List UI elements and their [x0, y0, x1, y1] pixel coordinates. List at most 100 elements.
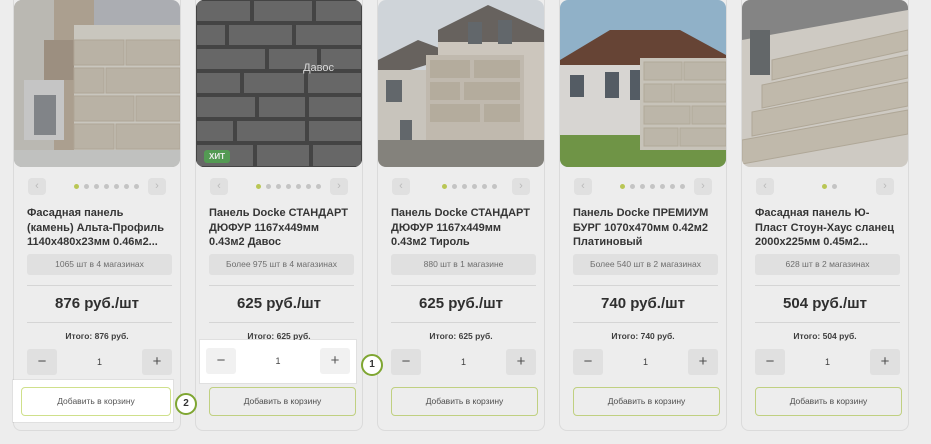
increase-button[interactable]: +	[870, 349, 900, 375]
divider	[755, 285, 900, 286]
total-price: Итого: 740 руб.	[611, 331, 675, 341]
carousel-dot[interactable]	[276, 184, 281, 189]
carousel-dot[interactable]	[296, 184, 301, 189]
carousel-dot[interactable]	[124, 184, 129, 189]
carousel-prev-button[interactable]: ‹	[574, 178, 592, 195]
stock-info[interactable]: Более 540 шт в 2 магазинах	[573, 254, 718, 275]
increase-button[interactable]: +	[320, 348, 350, 374]
carousel-prev-button[interactable]: ‹	[28, 178, 46, 195]
product-title[interactable]: Панель Docke СТАНДАРТ ДЮФУР 1167х449мм 0…	[209, 206, 354, 250]
carousel-dot[interactable]	[640, 184, 645, 189]
carousel-next-button[interactable]: ›	[330, 178, 348, 195]
increase-button[interactable]: +	[506, 349, 536, 375]
photo-caption: Давос	[303, 62, 334, 74]
carousel-dot[interactable]	[84, 184, 89, 189]
step-marker-1: 1	[361, 354, 383, 376]
add-to-cart-button[interactable]: Добавить в корзину	[21, 387, 171, 416]
carousel-dot[interactable]	[286, 184, 291, 189]
quantity-input[interactable]: 1	[421, 349, 506, 375]
increase-button[interactable]: +	[688, 349, 718, 375]
add-to-cart-button[interactable]: Добавить в корзину	[391, 387, 538, 416]
quantity-stepper: − 1 +	[573, 349, 718, 375]
add-to-cart-button[interactable]: Добавить в корзину	[573, 387, 720, 416]
image-carousel: ‹ ›	[574, 178, 712, 195]
product-photo[interactable]	[14, 0, 180, 167]
product-grid: ‹ › Фасадная панель (камень) Альта-Профи…	[0, 0, 931, 444]
product-photo[interactable]	[378, 0, 544, 167]
carousel-dots	[788, 184, 868, 190]
carousel-dot[interactable]	[452, 184, 457, 189]
decrease-button[interactable]: −	[27, 349, 57, 375]
quantity-input[interactable]: 1	[785, 349, 870, 375]
carousel-dot[interactable]	[482, 184, 487, 189]
carousel-dots	[242, 184, 322, 190]
add-to-cart-button[interactable]: Добавить в корзину	[755, 387, 902, 416]
chevron-left-icon: ‹	[763, 180, 767, 192]
stock-info[interactable]: Более 975 шт в 4 магазинах	[209, 254, 354, 275]
carousel-dot[interactable]	[442, 184, 447, 189]
carousel-dot[interactable]	[492, 184, 497, 189]
product-title[interactable]: Фасадная панель Ю-Пласт Стоун-Хаус слане…	[755, 206, 900, 250]
carousel-dot[interactable]	[462, 184, 467, 189]
chevron-right-icon: ›	[519, 180, 523, 192]
carousel-dots	[424, 184, 504, 190]
carousel-dot[interactable]	[620, 184, 625, 189]
chevron-right-icon: ›	[883, 180, 887, 192]
stock-info[interactable]: 1065 шт в 4 магазинах	[27, 254, 172, 275]
product-title[interactable]: Фасадная панель (камень) Альта-Профиль 1…	[27, 206, 172, 250]
quantity-input[interactable]: 1	[57, 349, 142, 375]
stock-info[interactable]: 880 шт в 1 магазине	[391, 254, 536, 275]
carousel-dot[interactable]	[306, 184, 311, 189]
decrease-button[interactable]: −	[755, 349, 785, 375]
carousel-dot[interactable]	[680, 184, 685, 189]
product-photo[interactable]: Давос ХИТ	[196, 0, 362, 167]
increase-button[interactable]: +	[142, 349, 172, 375]
carousel-next-button[interactable]: ›	[148, 178, 166, 195]
quantity-stepper: − 1 +	[391, 349, 536, 375]
image-carousel: ‹ ›	[756, 178, 894, 195]
carousel-dot[interactable]	[822, 184, 827, 189]
product-card: ‹ › Фасадная панель Ю-Пласт Стоун-Хаус с…	[741, 0, 909, 431]
carousel-dot[interactable]	[266, 184, 271, 189]
carousel-dot[interactable]	[134, 184, 139, 189]
stock-info[interactable]: 628 шт в 2 магазинах	[755, 254, 900, 275]
carousel-dot[interactable]	[660, 184, 665, 189]
chevron-right-icon: ›	[337, 180, 341, 192]
quantity-stepper: − 1 +	[27, 349, 172, 375]
carousel-prev-button[interactable]: ‹	[210, 178, 228, 195]
carousel-next-button[interactable]: ›	[694, 178, 712, 195]
quantity-input[interactable]: 1	[603, 349, 688, 375]
decrease-button[interactable]: −	[573, 349, 603, 375]
carousel-dot[interactable]	[94, 184, 99, 189]
carousel-next-button[interactable]: ›	[876, 178, 894, 195]
image-carousel: ‹ ›	[28, 178, 166, 195]
carousel-next-button[interactable]: ›	[512, 178, 530, 195]
carousel-dot[interactable]	[74, 184, 79, 189]
carousel-dot[interactable]	[650, 184, 655, 189]
carousel-dot[interactable]	[670, 184, 675, 189]
product-photo[interactable]	[742, 0, 908, 167]
decrease-button[interactable]: −	[206, 348, 236, 374]
carousel-dot[interactable]	[256, 184, 261, 189]
carousel-dot[interactable]	[630, 184, 635, 189]
carousel-dot[interactable]	[104, 184, 109, 189]
product-price: 740 руб./шт	[601, 295, 685, 312]
chevron-right-icon: ›	[155, 180, 159, 192]
carousel-prev-button[interactable]: ‹	[392, 178, 410, 195]
carousel-dot[interactable]	[316, 184, 321, 189]
decrease-button[interactable]: −	[391, 349, 421, 375]
carousel-dot[interactable]	[114, 184, 119, 189]
product-price: 504 руб./шт	[783, 295, 867, 312]
carousel-dots	[60, 184, 140, 190]
carousel-dot[interactable]	[832, 184, 837, 189]
product-photo[interactable]	[560, 0, 726, 167]
divider	[209, 285, 354, 286]
product-title[interactable]: Панель Docke СТАНДАРТ ДЮФУР 1167х449мм 0…	[391, 206, 536, 250]
carousel-dot[interactable]	[472, 184, 477, 189]
product-card: ‹ › Панель Docke ПРЕМИУМ БУРГ 1070х470мм…	[559, 0, 727, 431]
quantity-stepper: − 1 +	[755, 349, 900, 375]
product-title[interactable]: Панель Docke ПРЕМИУМ БУРГ 1070х470мм 0.4…	[573, 206, 718, 250]
carousel-prev-button[interactable]: ‹	[756, 178, 774, 195]
quantity-input[interactable]: 1	[236, 348, 320, 374]
add-to-cart-button[interactable]: Добавить в корзину	[209, 387, 356, 416]
